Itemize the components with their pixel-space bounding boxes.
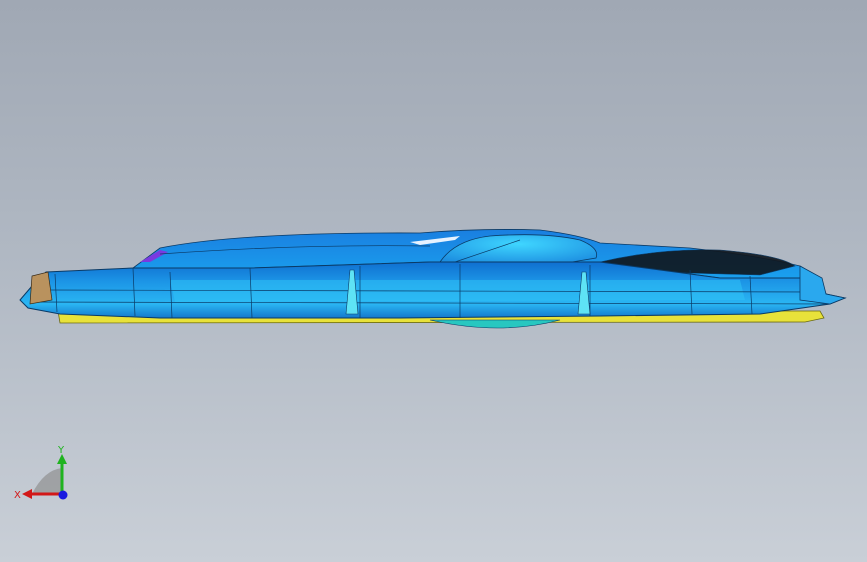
x-axis-label: X (14, 490, 21, 501)
triad-plane-wedge (32, 468, 62, 494)
underside-lip (429, 319, 561, 329)
z-axis-dot-icon (58, 490, 68, 500)
y-axis-label: Y (57, 445, 65, 456)
cad-viewport[interactable]: Y X (0, 0, 867, 562)
x-axis-arrow-icon (22, 489, 32, 499)
left-end-bracket (29, 271, 53, 305)
coordinate-triad: Y X (14, 445, 68, 501)
cad-model-3d-view[interactable] (0, 0, 867, 562)
right-nose (799, 265, 847, 305)
